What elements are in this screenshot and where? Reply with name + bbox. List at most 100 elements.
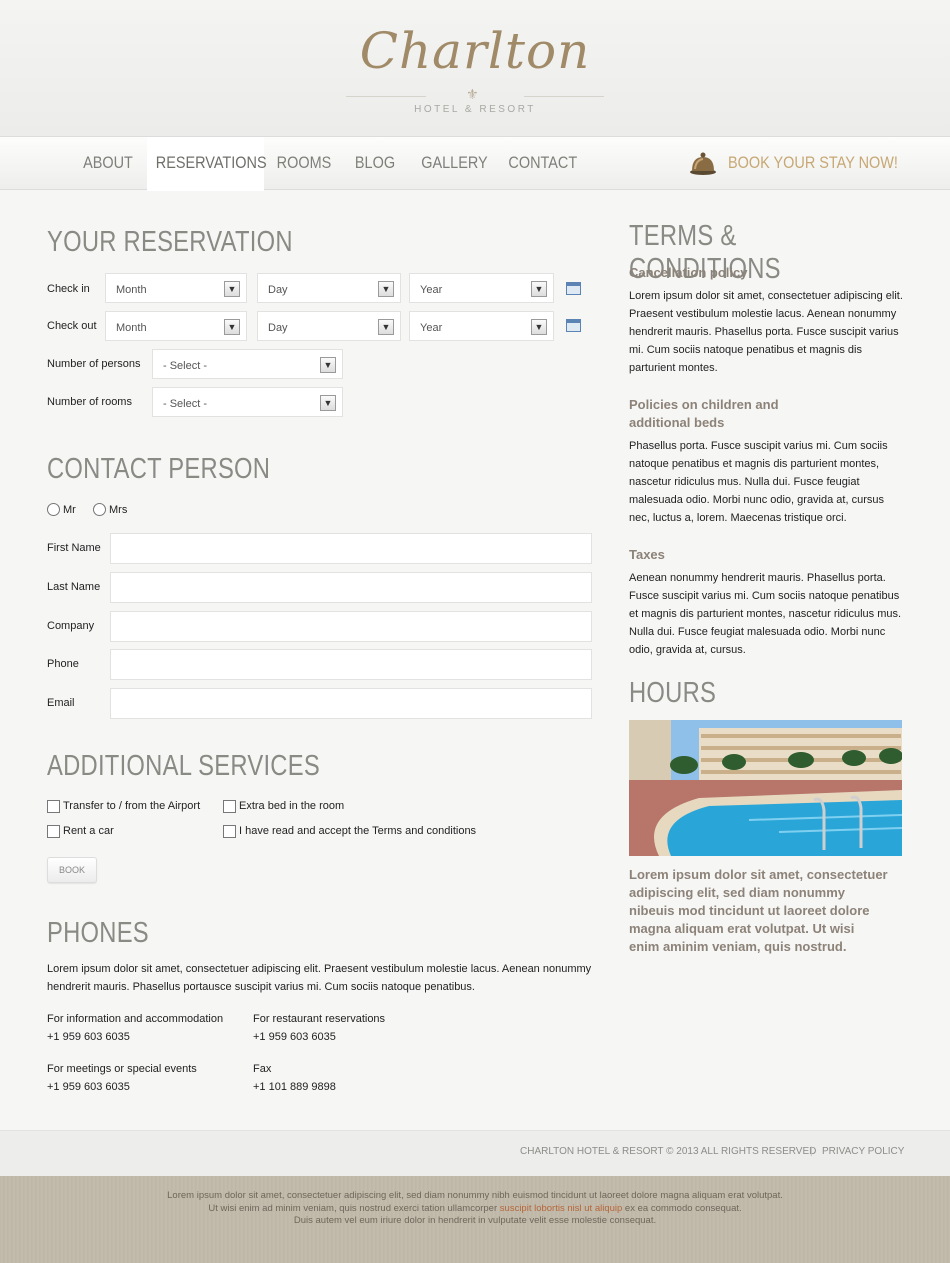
phone-label: Phone: [47, 658, 79, 670]
last-name-field[interactable]: [110, 572, 592, 603]
checkin-year-select[interactable]: Year ▼: [409, 273, 554, 303]
rooms-label: Number of rooms: [47, 396, 132, 408]
terms-checkbox[interactable]: [223, 825, 236, 838]
phones-intro-line-2: hendrerit mauris. Phasellus portausce su…: [47, 981, 475, 993]
email-field[interactable]: [110, 688, 592, 719]
nav-item-contact[interactable]: CONTACT: [508, 137, 577, 190]
nav-item-blog[interactable]: BLOG: [354, 137, 397, 190]
bottom-line-1: Lorem ipsum dolor sit amet, consectetuer…: [167, 1190, 783, 1201]
transfer-checkbox[interactable]: [47, 800, 60, 813]
footer-separator: |: [810, 1146, 813, 1157]
hours-caption-line: Lorem ipsum dolor sit amet, consectetuer: [629, 867, 888, 882]
mr-radio[interactable]: [47, 503, 60, 516]
email-label: Email: [47, 697, 75, 709]
info-phone-label: For information and accommodation: [47, 1013, 224, 1025]
cancellation-line: parturient montes.: [629, 362, 718, 374]
checkout-month-select[interactable]: Month ▼: [105, 311, 247, 341]
children-policy-line: Phasellus porta. Fusce suscipit varius m…: [629, 440, 888, 452]
persons-value: - Select -: [163, 360, 208, 372]
phones-intro-line-1: Lorem ipsum dolor sit amet, consectetuer…: [47, 963, 592, 975]
company-label: Company: [47, 620, 95, 632]
checkout-day-select[interactable]: Day ▼: [257, 311, 401, 341]
chevron-down-icon: ▼: [378, 319, 394, 335]
chevron-down-icon: ▼: [531, 319, 547, 335]
book-button[interactable]: BOOK: [47, 857, 97, 883]
checkout-label: Check out: [47, 320, 97, 332]
terms-label: I have read and accept the Terms and con…: [239, 825, 477, 837]
cancellation-line: Lorem ipsum dolor sit amet, consectetuer…: [629, 290, 903, 302]
chevron-down-icon: ▼: [224, 281, 240, 297]
nav-item-about[interactable]: ABOUT: [83, 137, 134, 190]
cancellation-line: hendrerit mauris. Phasellus porta. Fusce…: [629, 326, 899, 338]
taxes-line: Nulla dui. Fusce feugiat malesuada odio.…: [629, 626, 886, 638]
bottom-line-2-text: ex ea commodo consequat.: [622, 1202, 742, 1214]
chevron-down-icon: ▼: [320, 357, 336, 373]
calendar-icon[interactable]: [566, 282, 581, 295]
bottom-link[interactable]: suscipit lobortis nisl ut aliquip: [500, 1203, 623, 1214]
rooms-value: - Select -: [163, 398, 208, 410]
taxes-line: odio, gravida at, cursus.: [629, 644, 746, 656]
bottom-line-2: Ut wisi enim ad minim veniam, quis nostr…: [0, 1203, 950, 1216]
phones-title: PHONES: [47, 917, 149, 949]
first-name-label: First Name: [47, 542, 101, 554]
children-policy-title: Policies on children and: [629, 397, 779, 412]
children-policy-line: nec, luctus a, lorem. Maecenas tristique…: [629, 512, 847, 524]
taxes-line: Fusce suscipit varius mi. Cum sociis nat…: [629, 590, 900, 602]
children-policy-line: natoque penatibus et magnis dis parturie…: [629, 458, 880, 470]
children-policy-line: malesuada odio. Morbi nunc odio, gravida…: [629, 494, 884, 506]
mrs-radio[interactable]: [93, 503, 106, 516]
children-policy-title: additional beds: [629, 415, 725, 430]
nav-item-rooms[interactable]: ROOMS: [277, 137, 332, 190]
nav-item-gallery[interactable]: GALLERY: [421, 137, 487, 190]
phone-field[interactable]: [110, 649, 592, 680]
calendar-icon[interactable]: [566, 319, 581, 332]
taxes-line: Aenean nonummy hendrerit mauris. Phasell…: [629, 572, 886, 584]
mrs-label: Mrs: [109, 504, 128, 516]
extra-bed-checkbox[interactable]: [223, 800, 236, 813]
rooms-select[interactable]: - Select - ▼: [152, 387, 343, 417]
persons-select[interactable]: - Select - ▼: [152, 349, 343, 379]
book-stay-link[interactable]: BOOK YOUR STAY NOW!: [728, 137, 898, 190]
first-name-field[interactable]: [110, 533, 592, 564]
chevron-down-icon: ▼: [378, 281, 394, 297]
chevron-down-icon: ▼: [320, 395, 336, 411]
hours-caption-line: enim aminim veniam, quis nostrud.: [629, 939, 847, 954]
checkout-month-value: Month: [116, 322, 147, 334]
logo-divider: [524, 96, 604, 97]
copyright-text: CHARLTON HOTEL & RESORT © 2013 ALL RIGHT…: [520, 1146, 817, 1157]
reservation-title: YOUR RESERVATION: [47, 226, 293, 258]
bottom-text: Lorem ipsum dolor sit amet, consectetuer…: [0, 1190, 950, 1228]
fax-label: Fax: [253, 1063, 272, 1075]
checkin-month-value: Month: [116, 284, 147, 296]
meetings-phone-label: For meetings or special events: [47, 1063, 197, 1075]
cancellation-line: mi. Cum sociis natoque penatibus et magn…: [629, 344, 862, 356]
restaurant-phone-number: +1 959 603 6035: [253, 1031, 336, 1043]
hours-caption-line: adipiscing elit, sed diam nonummy: [629, 885, 845, 900]
rent-car-label: Rent a car: [63, 825, 114, 837]
nav-item-reservations[interactable]: RESERVATIONS: [156, 137, 267, 190]
privacy-policy-link[interactable]: PRIVACY POLICY: [822, 1146, 904, 1157]
chevron-down-icon: ▼: [224, 319, 240, 335]
brand-logo[interactable]: Charlton: [0, 22, 950, 80]
info-phone-number: +1 959 603 6035: [47, 1031, 130, 1043]
bottom-line-3: Duis autem vel eum iriure dolor in hendr…: [293, 1215, 657, 1226]
hours-caption-line: nibeuis mod tincidunt ut laoreet dolore: [629, 903, 870, 918]
rent-car-checkbox[interactable]: [47, 825, 60, 838]
contact-title: CONTACT PERSON: [47, 453, 271, 485]
checkout-year-select[interactable]: Year ▼: [409, 311, 554, 341]
persons-label: Number of persons: [47, 358, 141, 370]
checkin-label: Check in: [47, 283, 90, 295]
main-nav: ABOUT RESERVATIONS ROOMS BLOG GALLERY CO…: [0, 136, 950, 191]
checkout-year-value: Year: [420, 322, 443, 334]
checkin-year-value: Year: [420, 284, 443, 296]
checkin-day-select[interactable]: Day ▼: [257, 273, 401, 303]
restaurant-phone-label: For restaurant reservations: [253, 1013, 386, 1025]
transfer-label: Transfer to / from the Airport: [63, 800, 201, 812]
company-field[interactable]: [110, 611, 592, 642]
brand-subtitle: HOTEL & RESORT: [414, 104, 536, 115]
checkin-day-value: Day: [268, 284, 288, 296]
taxes-line: et magnis dis parturient montes, nascetu…: [629, 608, 902, 620]
fax-number: +1 101 889 9898: [253, 1081, 336, 1093]
checkin-month-select[interactable]: Month ▼: [105, 273, 247, 303]
logo-divider: [346, 96, 426, 97]
